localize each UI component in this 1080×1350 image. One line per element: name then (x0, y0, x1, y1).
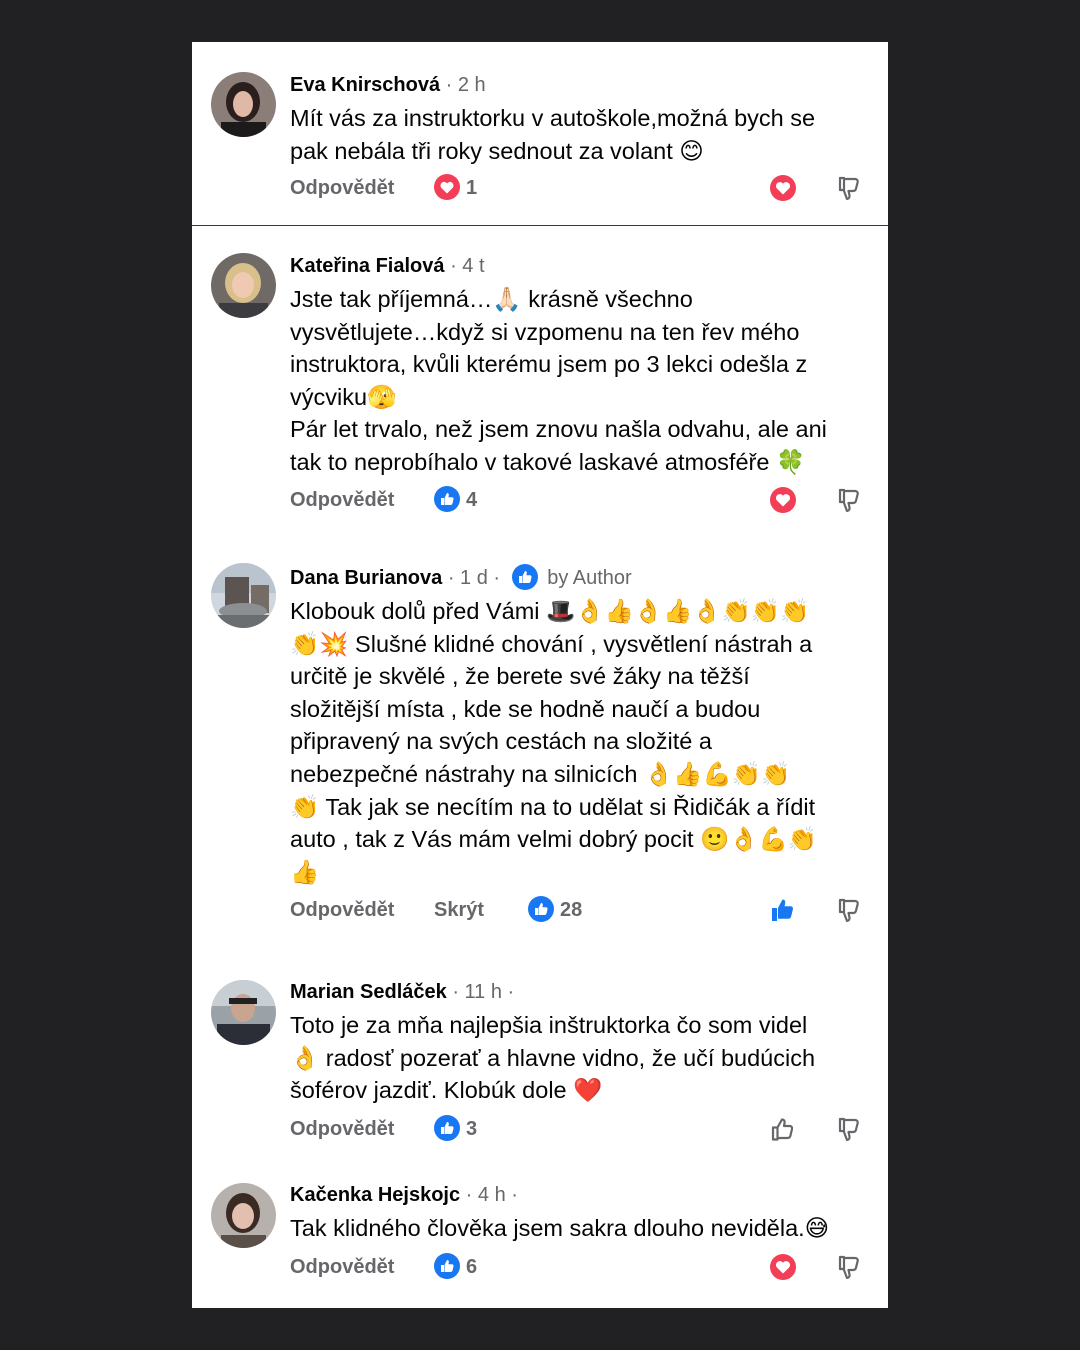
like-button[interactable] (768, 1114, 798, 1144)
comment-header: Eva Knirschová · 2 h (290, 70, 486, 100)
dislike-button[interactable] (834, 1252, 864, 1282)
author-name[interactable]: Kačenka Hejskojc (290, 1184, 460, 1206)
comment-time[interactable]: · 4 h · (466, 1184, 518, 1206)
like-outline-icon (771, 1118, 794, 1141)
avatar[interactable] (211, 980, 276, 1045)
reply-button[interactable]: Odpovědět (290, 890, 394, 930)
comment-actions: Odpovědět 3 (290, 1109, 880, 1149)
comment-header: Dana Burianova · 1 d · by Author (290, 563, 632, 593)
reaction-count: 3 (466, 1118, 478, 1140)
avatar[interactable] (211, 72, 276, 137)
like-icon (434, 485, 460, 512)
comment-header: Kačenka Hejskojc · 4 h · (290, 1180, 518, 1210)
thumbs-down-icon (838, 1255, 859, 1280)
thumbs-down-icon (838, 176, 859, 201)
comment-actions: Odpovědět Skrýt 28 (290, 890, 880, 930)
comment-time[interactable]: · 1 d · (448, 567, 500, 589)
heart-icon (770, 175, 796, 201)
thumbs-down-icon (838, 488, 859, 513)
dislike-button[interactable] (834, 1114, 864, 1144)
comment-time[interactable]: · 11 h · (452, 981, 514, 1003)
reaction-count: 6 (466, 1256, 478, 1278)
comment-header: Marian Sedláček · 11 h · (290, 977, 514, 1007)
heart-reaction-button[interactable] (768, 485, 798, 515)
comment-text: Klobouk dolů před Vámi 🎩👌👍👌👍👌👏👏👏 👏💥 Sluš… (290, 598, 818, 885)
avatar[interactable] (211, 253, 276, 318)
hide-button[interactable]: Skrýt (434, 890, 484, 930)
avatar[interactable] (211, 1183, 276, 1248)
dislike-button[interactable] (834, 173, 864, 203)
heart-reaction-button[interactable] (768, 1252, 798, 1282)
author-name[interactable]: Eva Knirschová (290, 74, 440, 96)
like-filled-icon (772, 899, 793, 921)
comment-actions: Odpovědět 4 (290, 480, 880, 520)
heart-icon (434, 173, 460, 200)
comment-time[interactable]: · 2 h (446, 74, 486, 96)
comment-text: Jste tak příjemná…🙏🏻 krásně všechno vysv… (290, 286, 827, 475)
comment-time[interactable]: · 4 t (450, 255, 484, 277)
like-button[interactable] (768, 895, 798, 925)
author-like-badge (511, 563, 538, 590)
author-name[interactable]: Kateřina Fialová (290, 255, 445, 277)
reaction-count: 4 (466, 489, 478, 511)
comment-text: Tak klidného člověka jsem sakra dlouho n… (290, 1215, 830, 1241)
thumbs-down-icon (838, 898, 859, 923)
reaction-summary[interactable]: 6 (434, 1252, 478, 1280)
dislike-button[interactable] (834, 895, 864, 925)
heart-icon (770, 487, 796, 513)
dislike-button[interactable] (834, 485, 864, 515)
comment-text: Toto je za mňa najlepšia inštruktorka čo… (290, 1012, 816, 1104)
reaction-summary[interactable]: 4 (434, 485, 478, 513)
comments-panel: Eva Knirschová · 2 h Mít vás za instrukt… (192, 42, 888, 1308)
thumbs-down-icon (838, 1117, 859, 1142)
heart-reaction-button[interactable] (768, 173, 798, 203)
divider (192, 225, 888, 226)
heart-icon (770, 1254, 796, 1280)
avatar[interactable] (211, 563, 276, 628)
like-icon (528, 895, 554, 922)
comment-actions: Odpovědět 1 (290, 168, 880, 208)
comment-text: Mít vás za instruktorku v autoškole,možn… (290, 105, 816, 164)
comment-actions: Odpovědět 6 (290, 1247, 880, 1287)
reply-button[interactable]: Odpovědět (290, 168, 394, 208)
reply-button[interactable]: Odpovědět (290, 480, 394, 520)
reaction-summary[interactable]: 3 (434, 1114, 478, 1142)
author-name[interactable]: Marian Sedláček (290, 981, 447, 1003)
like-icon (518, 570, 532, 583)
reaction-summary[interactable]: 28 (528, 895, 583, 923)
reaction-count: 28 (560, 899, 583, 921)
like-icon (434, 1114, 460, 1141)
reply-button[interactable]: Odpovědět (290, 1109, 394, 1149)
author-name[interactable]: Dana Burianova (290, 567, 442, 589)
reply-button[interactable]: Odpovědět (290, 1247, 394, 1287)
reaction-summary[interactable]: 1 (434, 173, 478, 201)
reaction-count: 1 (466, 177, 478, 199)
like-icon (434, 1252, 460, 1279)
comment-header: Kateřina Fialová · 4 t (290, 251, 485, 281)
liked-by-author-label: by Author (547, 567, 632, 589)
